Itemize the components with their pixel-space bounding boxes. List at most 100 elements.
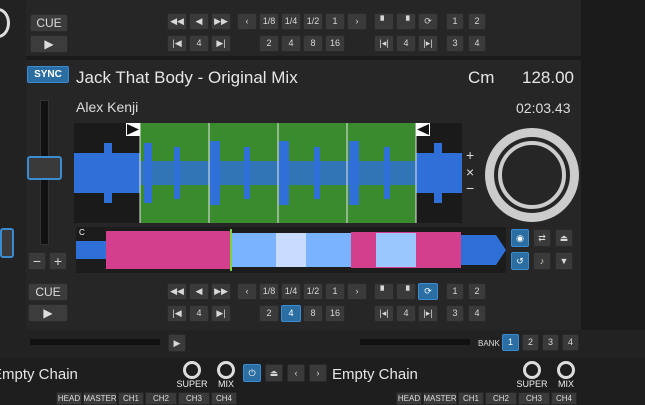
loop-halve-button[interactable]: ‹ xyxy=(237,13,257,30)
crossfader-left[interactable] xyxy=(30,339,160,345)
route-ch4-left[interactable]: CH4 xyxy=(211,392,237,405)
route-ch2-left[interactable]: CH2 xyxy=(145,392,177,405)
hotcue-4[interactable]: 4 xyxy=(468,305,486,322)
zoom-out-button[interactable]: − xyxy=(466,180,474,196)
route-ch3-left[interactable]: CH3 xyxy=(178,392,210,405)
loop-in-button[interactable]: ▘ xyxy=(374,283,394,300)
slip-button[interactable]: ▼ xyxy=(555,252,573,270)
eject-button[interactable]: ⏏ xyxy=(555,229,573,247)
loop-size-1-2[interactable]: 1/2 xyxy=(303,13,323,30)
route-master-left[interactable]: MASTER xyxy=(83,392,117,405)
mix-knob-left[interactable] xyxy=(217,361,235,379)
fx-chain-right[interactable]: Empty Chain xyxy=(332,366,418,383)
beatjump-forward-button[interactable]: ▶| xyxy=(211,35,231,52)
rewind-button[interactable]: ◀◀ xyxy=(167,283,187,300)
loop-out-button[interactable]: ▝ xyxy=(396,283,416,300)
fx-power-button[interactable]: ⏻ xyxy=(243,364,261,382)
repeat-button[interactable]: ⇄ xyxy=(533,229,551,247)
hotcue-3[interactable]: 3 xyxy=(446,35,464,52)
beatjump-back-button[interactable]: |◀ xyxy=(167,35,187,52)
loop-size-1[interactable]: 1 xyxy=(325,13,345,30)
loop-move-size[interactable]: 4 xyxy=(396,305,416,322)
loop-size-1-8[interactable]: 1/8 xyxy=(259,13,279,30)
route-ch2-right[interactable]: CH2 xyxy=(485,392,517,405)
reloop-button[interactable]: ⟳ xyxy=(418,13,438,30)
loop-size-8[interactable]: 8 xyxy=(303,35,323,52)
loop-halve-button[interactable]: ‹ xyxy=(237,283,257,300)
loop-size-2[interactable]: 2 xyxy=(259,305,279,322)
forward-button[interactable]: ▶▶ xyxy=(211,13,231,30)
route-ch3-right[interactable]: CH3 xyxy=(518,392,550,405)
bank-4[interactable]: 4 xyxy=(562,334,579,351)
keylock-button[interactable]: ◉ xyxy=(511,229,529,247)
loop-move-size[interactable]: 4 xyxy=(396,35,416,52)
zoom-reset-button[interactable]: × xyxy=(466,164,474,180)
loop-move-forward-button[interactable]: |▸| xyxy=(418,305,438,322)
loop-size-4[interactable]: 4 xyxy=(281,35,301,52)
mix-knob-right[interactable] xyxy=(557,361,575,379)
loop-size-1-2[interactable]: 1/2 xyxy=(303,283,323,300)
crossfader-right[interactable] xyxy=(360,339,470,345)
route-head-right[interactable]: HEAD xyxy=(396,392,422,405)
bank-3[interactable]: 3 xyxy=(542,334,559,351)
loop-size-2[interactable]: 2 xyxy=(259,35,279,52)
bank-2[interactable]: 2 xyxy=(522,334,539,351)
zoom-in-button[interactable]: + xyxy=(466,147,474,163)
route-master-right[interactable]: MASTER xyxy=(423,392,457,405)
loop-size-1-4[interactable]: 1/4 xyxy=(281,283,301,300)
fx-next-button[interactable]: › xyxy=(309,364,327,382)
loop-move-forward-button[interactable]: |▸| xyxy=(418,35,438,52)
loop-size-16[interactable]: 16 xyxy=(325,35,345,52)
loop-size-1-8[interactable]: 1/8 xyxy=(259,283,279,300)
fx-eject-button[interactable]: ⏏ xyxy=(265,364,283,382)
rewind-button[interactable]: ◀◀ xyxy=(167,13,187,30)
key-button[interactable]: ♪ xyxy=(533,252,551,270)
loop-in-button[interactable]: ▘ xyxy=(374,13,394,30)
play-button-top[interactable]: ▶ xyxy=(30,35,68,53)
pitch-slider-handle[interactable] xyxy=(27,156,62,180)
route-ch1-right[interactable]: CH1 xyxy=(458,392,484,405)
cue-button-top[interactable]: CUE xyxy=(30,14,68,32)
beatjump-size[interactable]: 4 xyxy=(189,305,209,322)
fx-chain-left[interactable]: Empty Chain xyxy=(0,366,78,383)
hotcue-1[interactable]: 1 xyxy=(446,13,464,30)
loop-size-16[interactable]: 16 xyxy=(325,305,345,322)
bank-1[interactable]: 1 xyxy=(502,334,519,351)
loop-size-4[interactable]: 4 xyxy=(281,305,301,322)
loop-size-1[interactable]: 1 xyxy=(325,283,345,300)
play-button-main[interactable]: ▶ xyxy=(28,304,68,322)
loop-double-button[interactable]: › xyxy=(347,283,367,300)
scrolling-waveform[interactable] xyxy=(74,123,462,223)
route-ch4-right[interactable]: CH4 xyxy=(551,392,577,405)
back-button[interactable]: ◀ xyxy=(189,13,209,30)
loop-size-8[interactable]: 8 xyxy=(303,305,323,322)
cue-button-main[interactable]: CUE xyxy=(28,283,68,301)
play-button-strip[interactable]: ▶ xyxy=(168,334,186,352)
beatjump-forward-button[interactable]: ▶| xyxy=(211,305,231,322)
beatjump-size[interactable]: 4 xyxy=(189,35,209,52)
pitch-minus-button[interactable]: − xyxy=(28,252,46,270)
quantize-button[interactable]: ↺ xyxy=(511,252,529,270)
sync-button[interactable]: SYNC xyxy=(27,66,69,83)
spinny-jogwheel[interactable] xyxy=(485,128,579,222)
overview-waveform[interactable] xyxy=(76,227,506,273)
route-ch1-left[interactable]: CH1 xyxy=(118,392,144,405)
loop-out-button[interactable]: ▝ xyxy=(396,13,416,30)
back-button[interactable]: ◀ xyxy=(189,283,209,300)
fx-prev-button[interactable]: ‹ xyxy=(287,364,305,382)
forward-button[interactable]: ▶▶ xyxy=(211,283,231,300)
pitch-fader-left[interactable] xyxy=(0,228,14,258)
loop-double-button[interactable]: › xyxy=(347,13,367,30)
hotcue-4[interactable]: 4 xyxy=(468,35,486,52)
reloop-button[interactable]: ⟳ xyxy=(418,283,438,300)
loop-move-back-button[interactable]: |◂| xyxy=(374,35,394,52)
hotcue-1[interactable]: 1 xyxy=(446,283,464,300)
beatjump-back-button[interactable]: |◀ xyxy=(167,305,187,322)
route-head-left[interactable]: HEAD xyxy=(56,392,82,405)
pitch-plus-button[interactable]: + xyxy=(49,252,67,270)
loop-move-back-button[interactable]: |◂| xyxy=(374,305,394,322)
hotcue-2[interactable]: 2 xyxy=(468,283,486,300)
hotcue-3[interactable]: 3 xyxy=(446,305,464,322)
super-knob-left[interactable] xyxy=(183,361,201,379)
super-knob-right[interactable] xyxy=(523,361,541,379)
